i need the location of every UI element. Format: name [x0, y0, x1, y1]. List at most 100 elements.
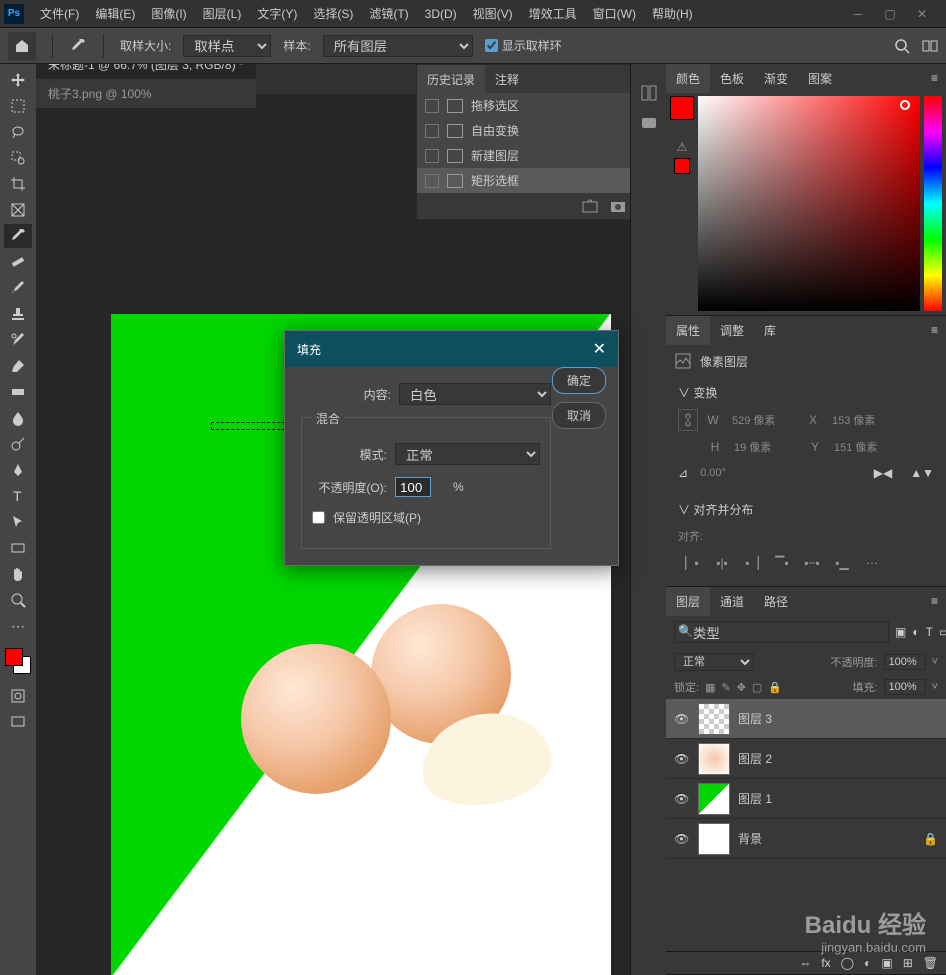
color-tab-颜色[interactable]: 颜色 [666, 64, 710, 93]
lock-paint-icon[interactable]: ✎ [721, 681, 730, 694]
layer-name[interactable]: 图层 1 [738, 790, 772, 807]
frame-tool[interactable] [4, 198, 32, 222]
path-select-tool[interactable] [4, 510, 32, 534]
color-tab-图案[interactable]: 图案 [798, 64, 842, 93]
fg-color-swatch[interactable] [5, 648, 23, 666]
quickmask-icon[interactable] [4, 684, 32, 708]
fill-value[interactable] [884, 679, 926, 695]
history-item[interactable]: 矩形选框 [417, 168, 630, 193]
layer-row[interactable]: 👁 图层 2 [666, 739, 946, 779]
prop-tab-库[interactable]: 库 [754, 316, 786, 345]
history-item[interactable]: 新建图层 [417, 143, 630, 168]
content-select[interactable]: 白色 [399, 383, 551, 405]
color-spectrum[interactable] [698, 96, 920, 311]
hand-tool[interactable] [4, 562, 32, 586]
visibility-icon[interactable]: 👁 [674, 832, 690, 846]
fx-icon[interactable]: fx [821, 956, 830, 970]
layer-thumbnail[interactable] [698, 783, 730, 815]
chevron-down-icon[interactable]: ˅ [932, 656, 938, 668]
layer-thumbnail[interactable] [698, 703, 730, 735]
filter-shape-icon[interactable]: ▭ [939, 625, 946, 639]
layer-name[interactable]: 图层 3 [738, 710, 772, 727]
height-field[interactable] [730, 437, 800, 457]
show-sample-ring-checkbox[interactable]: 显示取样环 [485, 37, 562, 54]
warn-color-swatch[interactable] [674, 158, 690, 174]
tab-history[interactable]: 历史记录 [417, 65, 485, 94]
maximize-icon[interactable]: ▢ [882, 6, 898, 22]
menu-3D(D)[interactable]: 3D(D) [417, 3, 465, 25]
layer-name[interactable]: 图层 2 [738, 750, 772, 767]
eyedropper-tool[interactable] [4, 224, 32, 248]
align-more-icon[interactable]: ⋯ [862, 554, 882, 572]
layer-thumbnail[interactable] [698, 823, 730, 855]
layer-row[interactable]: 👁背景🔒 [666, 819, 946, 859]
history-item[interactable]: 拖移选区 [417, 93, 630, 118]
close-icon[interactable]: ✕ [914, 6, 930, 22]
group-icon[interactable]: ▣ [881, 956, 892, 970]
x-field[interactable] [828, 410, 898, 430]
delete-layer-icon[interactable]: 🗑 [923, 956, 938, 970]
type-tool[interactable]: T [4, 484, 32, 508]
hue-slider[interactable] [924, 96, 942, 311]
menu-帮助(H)[interactable]: 帮助(H) [644, 3, 701, 25]
gradient-tool[interactable] [4, 380, 32, 404]
color-tab-渐变[interactable]: 渐变 [754, 64, 798, 93]
blur-tool[interactable] [4, 406, 32, 430]
layer-name[interactable]: 背景 [738, 830, 762, 847]
prop-tab-属性[interactable]: 属性 [666, 316, 710, 345]
mask-icon[interactable]: ◯ [841, 956, 854, 970]
more-tools-icon[interactable]: ⋯ [4, 614, 32, 638]
adjustment-icon[interactable]: ◐ [864, 956, 871, 970]
lock-trans-icon[interactable]: ▦ [705, 681, 715, 694]
lock-artboard-icon[interactable]: ▢ [752, 681, 762, 694]
lock-all-icon[interactable]: 🔒 [768, 681, 782, 694]
document-tab[interactable]: 未标题-1 @ 66.7% (图层 3, RGB/8) * [36, 64, 256, 79]
brush-tool[interactable] [4, 276, 32, 300]
panel-menu-icon[interactable]: ≡ [931, 323, 938, 337]
dialog-titlebar[interactable]: 填充 ✕ [285, 331, 618, 367]
filter-text-icon[interactable]: T [926, 625, 933, 639]
cancel-button[interactable]: 取消 [552, 402, 606, 429]
pen-tool[interactable] [4, 458, 32, 482]
menu-文字(Y)[interactable]: 文字(Y) [249, 3, 305, 25]
flip-h-icon[interactable]: ▶◀ [874, 466, 892, 480]
layer-row[interactable]: 👁 图层 3 [666, 699, 946, 739]
crop-tool[interactable] [4, 172, 32, 196]
align-right-icon[interactable]: ▪▕ [742, 554, 762, 572]
layer-row[interactable]: 👁图层 1 [666, 779, 946, 819]
mode-select[interactable]: 正常 [395, 443, 540, 465]
tab-annotations[interactable]: 注释 [485, 65, 529, 94]
panel-icon-1[interactable] [640, 84, 658, 102]
visibility-icon[interactable]: 👁 [674, 712, 690, 726]
layers-tab-图层[interactable]: 图层 [666, 587, 710, 616]
history-item[interactable]: 自由变换 [417, 118, 630, 143]
align-left-icon[interactable]: ▏▪ [682, 554, 702, 572]
align-hcenter-icon[interactable]: ▪|▪ [712, 554, 732, 572]
stamp-tool[interactable] [4, 302, 32, 326]
menu-文件(F)[interactable]: 文件(F) [32, 3, 87, 25]
link-wh-icon[interactable] [678, 409, 698, 431]
workspace-icon[interactable] [922, 38, 938, 54]
visibility-icon[interactable]: 👁 [674, 752, 690, 766]
marquee-tool[interactable] [4, 94, 32, 118]
sample-size-select[interactable]: 取样点 [183, 35, 271, 57]
history-brush-tool[interactable] [4, 328, 32, 352]
menu-增效工具[interactable]: 增效工具 [521, 3, 585, 25]
layers-tab-路径[interactable]: 路径 [754, 587, 798, 616]
flip-v-icon[interactable]: ▲▼ [910, 466, 934, 480]
lasso-tool[interactable] [4, 120, 32, 144]
move-tool[interactable] [4, 68, 32, 92]
opacity-value[interactable] [884, 654, 926, 670]
filter-adjust-icon[interactable]: ◐ [912, 625, 919, 639]
filter-image-icon[interactable]: ▣ [895, 625, 906, 639]
color-swatch[interactable] [5, 648, 31, 674]
panel-menu-icon[interactable]: ≡ [931, 71, 938, 85]
panel-menu-icon[interactable]: ≡ [931, 594, 938, 608]
color-tab-色板[interactable]: 色板 [710, 64, 754, 93]
menu-图层(L)[interactable]: 图层(L) [195, 3, 250, 25]
dodge-tool[interactable] [4, 432, 32, 456]
minimize-icon[interactable]: ─ [850, 6, 866, 22]
align-top-icon[interactable]: ▔▪ [772, 554, 792, 572]
layer-filter-select[interactable] [674, 621, 889, 643]
eraser-tool[interactable] [4, 354, 32, 378]
